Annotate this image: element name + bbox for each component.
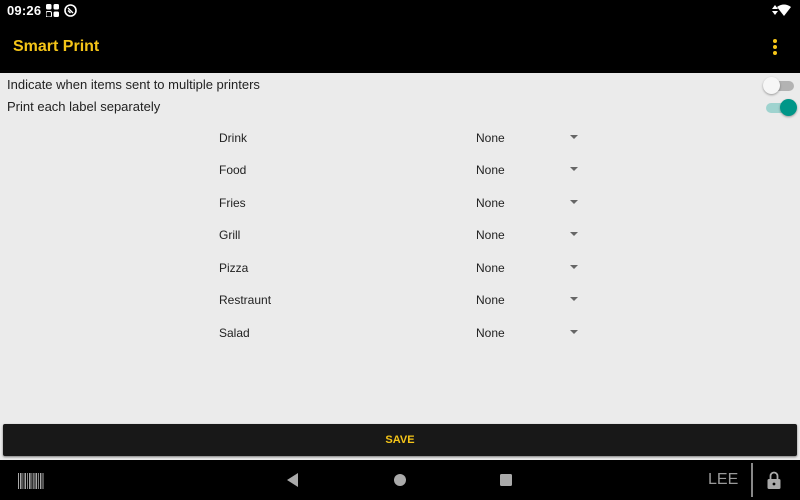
lock-icon[interactable]	[767, 471, 781, 489]
list-item: Fries None	[200, 186, 600, 218]
dropdown-value: None	[476, 326, 505, 340]
save-button-label: SAVE	[385, 434, 415, 446]
printer-dropdown[interactable]: None	[470, 157, 585, 181]
sync-icon	[64, 4, 77, 17]
dropdown-arrow-icon	[570, 265, 578, 269]
list-item: Salad None	[200, 316, 600, 348]
dropdown-arrow-icon	[570, 167, 578, 171]
print-separately-toggle[interactable]	[763, 97, 797, 117]
dropdown-arrow-icon	[570, 200, 578, 204]
status-time: 09:26	[7, 3, 42, 18]
list-item: Food None	[200, 153, 600, 185]
dropdown-value: None	[476, 131, 505, 145]
navigation-bar: LEE	[0, 460, 800, 500]
wifi-icon	[777, 4, 791, 16]
list-item: Drink None	[200, 121, 600, 153]
printer-dropdown[interactable]: None	[470, 125, 585, 149]
dropdown-value: None	[476, 293, 505, 307]
printer-dropdown[interactable]: None	[470, 222, 585, 246]
category-label: Drink	[219, 131, 248, 145]
setting-row-multiple-printers: Indicate when items sent to multiple pri…	[0, 74, 800, 96]
toggle-thumb	[780, 99, 797, 116]
multiple-printers-toggle[interactable]	[763, 75, 797, 95]
save-button[interactable]: SAVE	[3, 424, 797, 456]
printer-dropdown[interactable]: None	[470, 320, 585, 344]
printer-dropdown[interactable]: None	[470, 255, 585, 279]
setting-label: Print each label separately	[7, 99, 161, 114]
toggle-thumb	[763, 77, 780, 94]
dropdown-arrow-icon	[570, 135, 578, 139]
list-item: Pizza None	[200, 251, 600, 283]
dropdown-arrow-icon	[570, 330, 578, 334]
home-icon[interactable]	[394, 474, 406, 486]
setting-row-print-separately: Print each label separately	[0, 96, 800, 118]
setting-label: Indicate when items sent to multiple pri…	[7, 77, 260, 92]
category-label: Pizza	[219, 261, 249, 275]
dropdown-arrow-icon	[570, 297, 578, 301]
divider	[751, 463, 753, 497]
user-name: LEE	[708, 471, 739, 488]
list-item: Grill None	[200, 218, 600, 250]
dropdown-arrow-icon	[570, 232, 578, 236]
dropdown-value: None	[476, 196, 505, 210]
back-icon[interactable]	[287, 473, 299, 487]
printer-dropdown[interactable]: None	[470, 190, 585, 214]
category-label: Grill	[219, 228, 241, 242]
app-grid-icon	[46, 4, 59, 17]
status-bar: 09:26	[0, 0, 800, 22]
category-label: Food	[219, 163, 247, 177]
list-item: Restraunt None	[200, 283, 600, 315]
recents-icon[interactable]	[500, 474, 512, 486]
printer-dropdown[interactable]: None	[470, 287, 585, 311]
dropdown-value: None	[476, 228, 505, 242]
category-label: Fries	[219, 196, 246, 210]
dropdown-value: None	[476, 261, 505, 275]
category-label: Salad	[219, 326, 250, 340]
page-title: Smart Print	[13, 38, 100, 55]
dropdown-value: None	[476, 163, 505, 177]
barcode-icon[interactable]	[18, 473, 44, 489]
category-label: Restraunt	[219, 293, 272, 307]
more-vert-icon[interactable]	[766, 37, 784, 57]
app-bar: Smart Print	[0, 22, 800, 73]
